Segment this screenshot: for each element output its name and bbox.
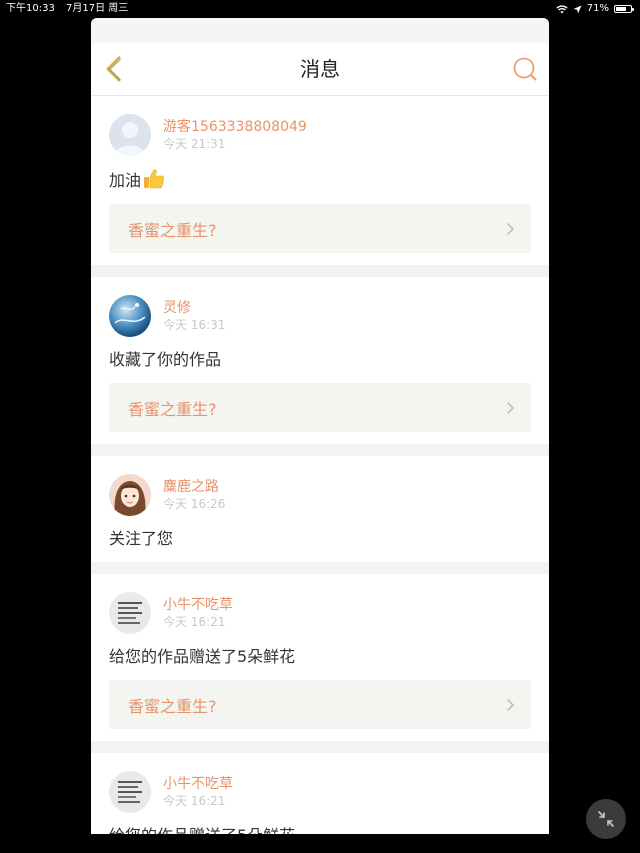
work-link-card[interactable]: 香蜜之重生? bbox=[109, 680, 531, 729]
avatar[interactable] bbox=[109, 771, 151, 813]
chevron-right-icon bbox=[506, 222, 515, 235]
avatar[interactable] bbox=[109, 474, 151, 516]
status-bar: 下午10:33 7月17日 周三 71% bbox=[0, 0, 640, 18]
chevron-right-icon bbox=[506, 698, 515, 711]
list-item: 灵修 今天 16:31 收藏了你的作品 香蜜之重生? bbox=[91, 277, 549, 444]
username[interactable]: 小牛不吃草 bbox=[163, 775, 233, 793]
list-item: 游客1563338808049 今天 21:31 加油 香蜜之重生? bbox=[91, 96, 549, 265]
username[interactable]: 游客1563338808049 bbox=[163, 118, 307, 136]
timestamp: 今天 16:26 bbox=[163, 497, 226, 511]
message-text: 关注了您 bbox=[109, 529, 174, 548]
message-text-body: 加油 bbox=[109, 171, 142, 190]
chevron-right-icon bbox=[506, 401, 515, 414]
collapse-button[interactable] bbox=[586, 799, 626, 839]
list-item: 麋鹿之路 今天 16:26 关注了您 bbox=[91, 456, 549, 562]
sheet-top-strip bbox=[91, 18, 549, 43]
work-title: 香蜜之重生? bbox=[128, 399, 217, 419]
message-text: 加油 bbox=[109, 168, 531, 192]
work-link-card[interactable]: 香蜜之重生? bbox=[109, 383, 531, 432]
navbar: 消息 bbox=[91, 43, 549, 96]
timestamp: 今天 16:21 bbox=[163, 615, 226, 629]
location-arrow-icon bbox=[573, 5, 582, 13]
page-title: 消息 bbox=[300, 57, 340, 81]
search-icon[interactable] bbox=[512, 56, 538, 82]
avatar[interactable] bbox=[109, 114, 151, 156]
status-date: 7月17日 周三 bbox=[66, 3, 129, 14]
list-item: 小牛不吃草 今天 16:21 给您的作品赠送了5朵鲜花 香蜜之重生? bbox=[91, 574, 549, 741]
username[interactable]: 灵修 bbox=[163, 299, 225, 317]
battery-percent: 71% bbox=[586, 3, 609, 14]
avatar[interactable] bbox=[109, 295, 151, 337]
message-text: 给您的作品赠送了5朵鲜花 bbox=[109, 825, 531, 834]
timestamp: 今天 21:31 bbox=[163, 137, 226, 151]
status-time: 下午10:33 bbox=[6, 3, 55, 14]
message-text: 给您的作品赠送了5朵鲜花 bbox=[109, 647, 296, 666]
message-text: 收藏了你的作品 bbox=[109, 350, 222, 369]
avatar[interactable] bbox=[109, 592, 151, 634]
username[interactable]: 麋鹿之路 bbox=[163, 478, 225, 496]
thumbs-up-icon bbox=[144, 169, 164, 189]
app-sheet: 消息 游客1563338808049 今天 21:31 加油 香蜜之重生? 灵修… bbox=[91, 18, 549, 834]
work-link-card[interactable]: 香蜜之重生? bbox=[109, 204, 531, 253]
list-item: 小牛不吃草 今天 16:21 给您的作品赠送了5朵鲜花 bbox=[91, 753, 549, 834]
username[interactable]: 小牛不吃草 bbox=[163, 596, 233, 614]
collapse-arrows-icon bbox=[598, 811, 614, 827]
timestamp: 今天 16:21 bbox=[163, 794, 226, 808]
wifi-icon bbox=[556, 4, 568, 13]
message-list: 游客1563338808049 今天 21:31 加油 香蜜之重生? 灵修 今天… bbox=[91, 96, 549, 834]
work-title: 香蜜之重生? bbox=[128, 220, 217, 240]
work-title: 香蜜之重生? bbox=[128, 696, 217, 716]
timestamp: 今天 16:31 bbox=[163, 318, 226, 332]
battery-icon bbox=[614, 5, 634, 13]
